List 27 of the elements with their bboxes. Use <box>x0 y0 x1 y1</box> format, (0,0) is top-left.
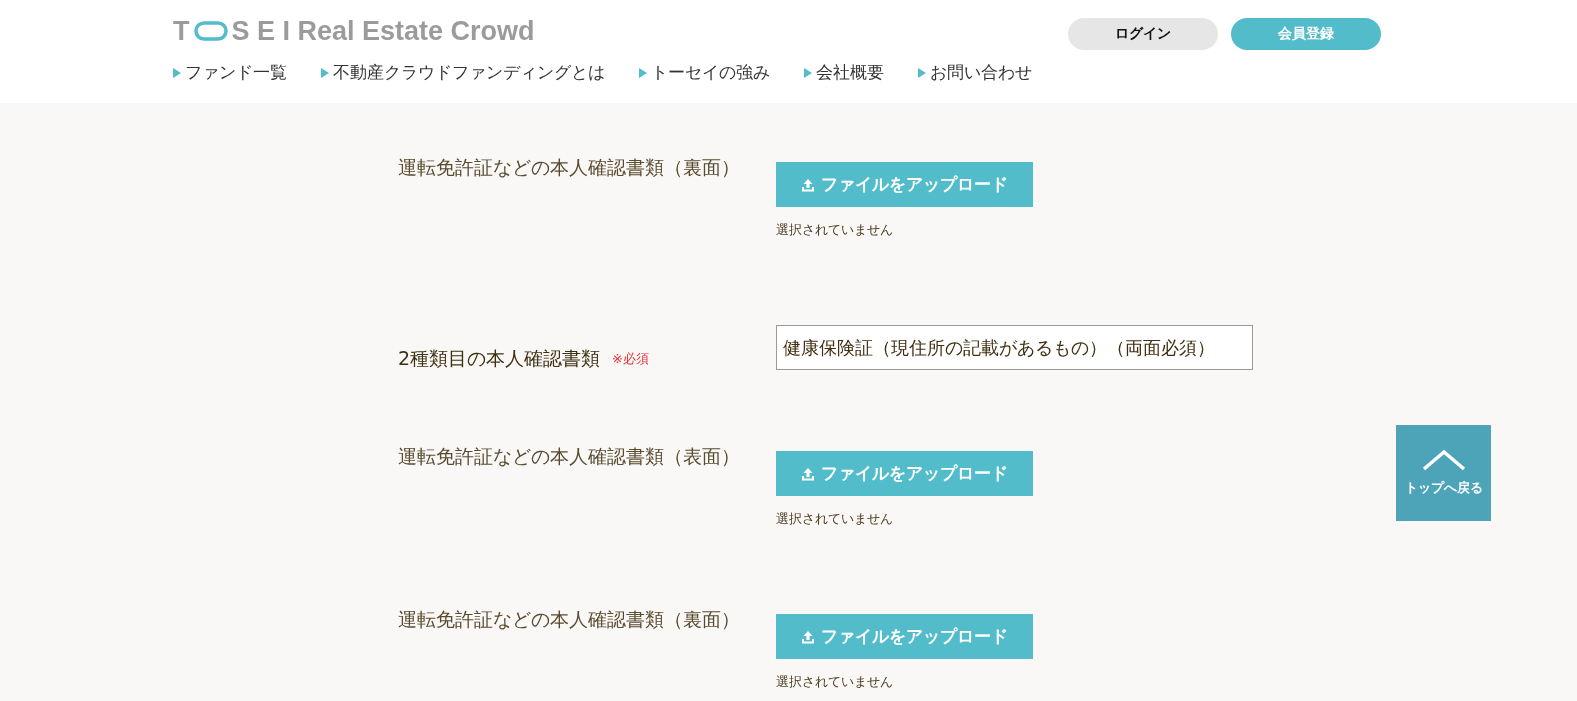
file-status: 選択されていません <box>776 673 893 691</box>
field-label: 運転免許証などの本人確認書類（裏面） <box>398 156 740 178</box>
logo-text: T <box>173 15 190 47</box>
nav-link[interactable]: 不動産クラウドファンディングとは <box>321 61 605 84</box>
document-select[interactable]: 健康保険証（現住所の記載があるもの）（両面必須） <box>776 325 1253 370</box>
ring-logo-icon <box>193 21 228 41</box>
login-button[interactable]: ログイン <box>1068 18 1218 50</box>
nav-link[interactable]: トーセイの強み <box>639 61 770 84</box>
file-status: 選択されていません <box>776 221 893 239</box>
nav-link[interactable]: ファンド一覧 <box>173 61 287 84</box>
file-status: 選択されていません <box>776 510 893 528</box>
chevron-up-icon <box>1421 449 1466 471</box>
logo-text: S E I Real Estate Crowd <box>231 15 535 47</box>
triangle-icon <box>918 67 926 78</box>
upload-icon <box>801 629 815 644</box>
upload-icon <box>801 177 815 192</box>
field-label: 運転免許証などの本人確認書類（表面） <box>398 445 740 467</box>
nav-link[interactable]: お問い合わせ <box>918 61 1032 84</box>
required-mark: ※必須 <box>612 350 649 368</box>
triangle-icon <box>804 67 812 78</box>
nav-link[interactable]: 会社概要 <box>804 61 884 84</box>
triangle-icon <box>173 67 181 78</box>
field-label: 運転免許証などの本人確認書類（裏面） <box>398 608 740 630</box>
triangle-icon <box>639 67 647 78</box>
field-label: 2種類目の本人確認書類 <box>398 346 601 371</box>
triangle-icon <box>321 67 329 78</box>
upload-icon <box>801 466 815 481</box>
